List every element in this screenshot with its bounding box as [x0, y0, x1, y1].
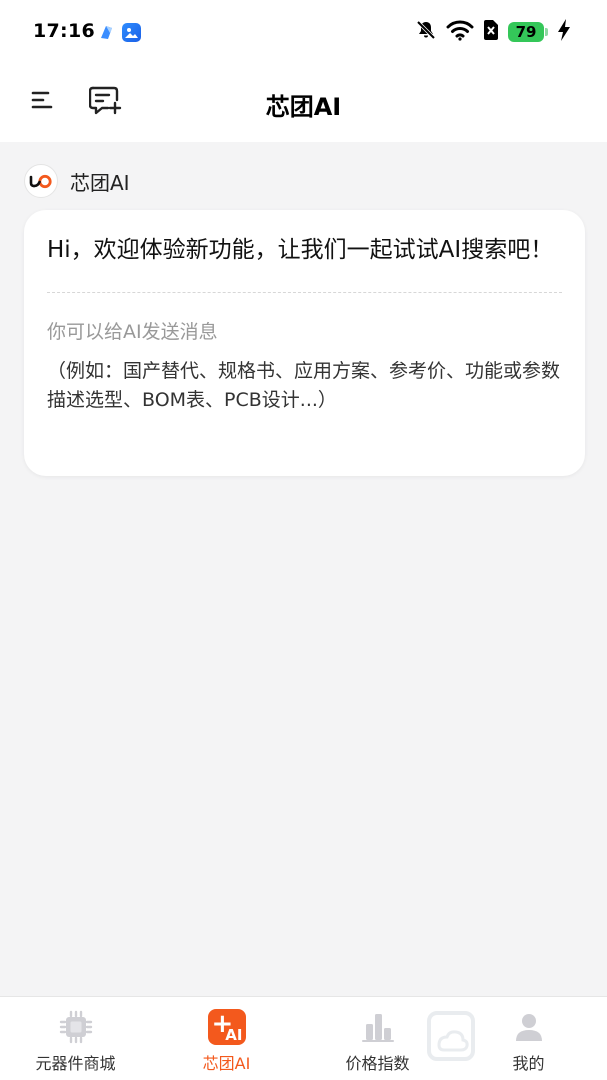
app-icon-1: [97, 23, 116, 42]
hint-title: 你可以给AI发送消息: [47, 321, 218, 343]
wifi-icon: [446, 19, 474, 45]
tab-component-mall[interactable]: 元器件商城: [0, 997, 151, 1080]
gallery-app-icon: [122, 23, 141, 42]
welcome-message-card: Hi，欢迎体验新功能，让我们一起试试AI搜索吧！ 你可以给AI发送消息 （例如：…: [24, 210, 585, 476]
charging-bolt-icon: [557, 18, 571, 46]
status-indicators: 79: [415, 19, 571, 45]
bot-name: 芯团AI: [70, 170, 130, 195]
mute-bell-icon: [415, 19, 437, 45]
bottom-tab-bar: 元器件商城 + AI 芯团AI 价格指数 我的: [0, 996, 607, 1080]
no-sim-icon: [483, 19, 499, 45]
user-icon: [509, 1007, 549, 1047]
page-title: 芯团AI: [265, 93, 342, 121]
app-screen: 17:16 79 芯团AI 芯团AI Hi，欢迎体验新功能，让我们一起试试AI搜…: [0, 0, 607, 1080]
bot-avatar: [24, 164, 58, 198]
tab-label: 元器件商城: [35, 1054, 116, 1073]
tab-label: 我的: [512, 1054, 545, 1073]
tab-xintuan-ai[interactable]: + AI 芯团AI: [151, 997, 302, 1080]
chat-area: 芯团AI Hi，欢迎体验新功能，让我们一起试试AI搜索吧！ 你可以给AI发送消息…: [0, 142, 607, 996]
battery-icon: 79: [508, 22, 548, 42]
ai-plus-icon: + AI: [207, 1007, 247, 1047]
greeting-text: Hi，欢迎体验新功能，让我们一起试试AI搜索吧！: [47, 237, 554, 263]
chip-icon: [56, 1007, 96, 1047]
app-header: 芯团AI: [0, 64, 607, 142]
tab-label: 价格指数: [345, 1054, 410, 1073]
dashed-divider: [47, 292, 562, 293]
status-time: 17:16: [33, 20, 95, 42]
bot-identity: 芯团AI: [24, 164, 130, 198]
tab-price-index[interactable]: 价格指数: [302, 997, 453, 1080]
bar-chart-icon: [358, 1007, 398, 1047]
status-bar: 17:16 79: [0, 0, 607, 64]
tab-label: 芯团AI: [202, 1054, 251, 1073]
hint-examples: （例如：国产替代、规格书、应用方案、参考价、功能或参数描述选型、BOM表、PCB…: [47, 360, 561, 411]
brand-logo-icon: [29, 174, 52, 189]
tab-mine[interactable]: 我的: [453, 997, 604, 1080]
